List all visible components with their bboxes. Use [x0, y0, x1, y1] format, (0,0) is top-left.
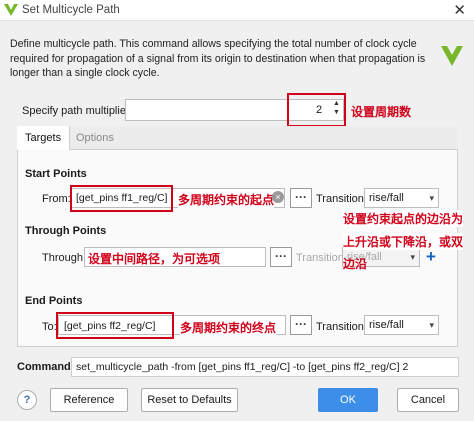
- start-transition-value: rise/fall: [369, 192, 404, 204]
- reference-button[interactable]: Reference: [50, 388, 128, 412]
- start-transition-label: Transition: [316, 193, 364, 205]
- tab-targets[interactable]: Targets: [17, 126, 71, 150]
- tab-options[interactable]: Options: [68, 126, 122, 150]
- through-transition-label: Transition: [296, 252, 344, 264]
- command-preview: set_multicycle_path -from [get_pins ff1_…: [71, 357, 459, 377]
- from-value: [get_pins ff1_reg/C]: [76, 192, 168, 204]
- ok-button[interactable]: OK: [318, 388, 378, 412]
- edge-annotation-line1: 设置约束起点的边沿为: [343, 210, 464, 227]
- through-browse-button[interactable]: ···: [270, 247, 292, 267]
- from-label: From:: [42, 193, 71, 205]
- through-label: Through:: [42, 252, 87, 264]
- dialog-description: Define multicycle path. This command all…: [10, 38, 426, 80]
- add-through-icon[interactable]: +: [426, 247, 436, 267]
- vivado-logo-icon: [4, 4, 18, 16]
- reset-defaults-button[interactable]: Reset to Defaults: [141, 388, 238, 412]
- multiplier-spinner[interactable]: ▲ ▼: [333, 99, 340, 117]
- command-label: Command:: [17, 361, 75, 373]
- end-transition-select[interactable]: rise/fall ▾: [364, 315, 439, 335]
- chevron-down-icon: ▾: [429, 193, 434, 203]
- chevron-down-icon: ▾: [410, 252, 415, 262]
- cancel-button[interactable]: Cancel: [397, 388, 459, 412]
- start-points-title: Start Points: [25, 168, 87, 180]
- window-title: Set Multicycle Path: [22, 4, 120, 16]
- multiplier-value: 2: [316, 104, 323, 116]
- edge-annotation-line2: 上升沿或下降沿，或双: [343, 233, 464, 250]
- to-browse-button[interactable]: ···: [290, 315, 312, 335]
- clear-icon[interactable]: ×: [272, 191, 284, 203]
- help-icon[interactable]: ?: [17, 390, 37, 410]
- end-points-title: End Points: [25, 295, 83, 307]
- start-annotation: 多周期约束的起点: [178, 191, 275, 208]
- edge-annotation-line3: 边沿: [343, 257, 368, 271]
- through-points-title: Through Points: [25, 225, 107, 237]
- to-value: [get_pins ff2_reg/C]: [64, 320, 156, 332]
- end-annotation: 多周期约束的终点: [180, 319, 277, 336]
- start-transition-select[interactable]: rise/fall ▾: [364, 188, 439, 208]
- through-annotation: 设置中间路径，为可选项: [88, 252, 221, 266]
- multiplier-label: Specify path multiplier:: [22, 105, 133, 117]
- end-transition-label: Transition: [316, 321, 364, 333]
- vivado-logo-icon: [441, 46, 463, 66]
- close-icon[interactable]: ✕: [453, 1, 466, 19]
- chevron-down-icon: ▾: [429, 320, 434, 330]
- to-label: To:: [42, 321, 57, 333]
- end-transition-value: rise/fall: [369, 319, 404, 331]
- multiplier-annotation: 设置周期数: [351, 105, 412, 119]
- from-browse-button[interactable]: ···: [290, 188, 312, 208]
